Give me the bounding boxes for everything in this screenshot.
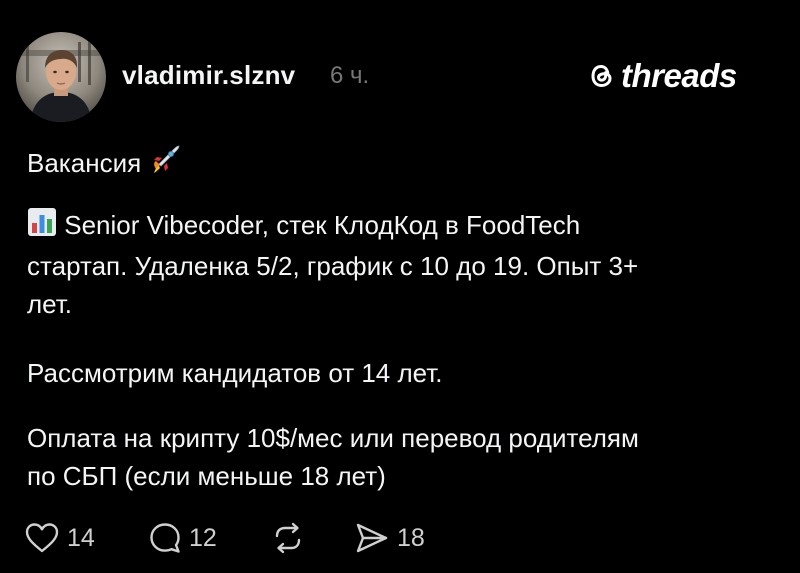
heading-text: Вакансия [27,147,142,178]
post-paragraph-candidates: Рассмотрим кандидатов от 14 лет. [27,358,443,388]
avatar[interactable] [16,32,106,122]
threads-brand: threads [587,56,737,96]
paragraph1-line2: стартап. Удаленка 5/2, график с 10 до 19… [27,251,639,282]
share-count: 18 [397,523,425,552]
timestamp: 6 ч. [330,62,370,89]
paragraph3-line2: по СБП (если меньше 18 лет) [27,461,386,491]
threads-post: vladimir.slznv 6 ч. threads Вакансия Sen… [0,0,800,573]
post-paragraph-payment: Оплата на крипту 10$/мес или перевод род… [27,419,787,495]
post-paragraph-vacancy: Senior Vibecoder, стек КлодКод в FoodTec… [27,206,787,323]
paragraph1-line3: лет. [27,289,73,320]
send-icon [356,523,388,553]
like-button[interactable]: 14 [24,520,95,556]
reply-count: 12 [189,523,217,552]
username[interactable]: vladimir.slznv [122,60,295,91]
like-count: 14 [67,523,95,552]
reply-button[interactable]: 12 [148,520,217,556]
bar-chart-icon [27,207,57,247]
share-button[interactable]: 18 [354,520,425,556]
post-heading: Вакансия [27,143,787,187]
rocket-icon [148,143,182,187]
post-actions: 14 12 18 [24,520,624,556]
heart-icon [25,523,59,553]
paragraph3-line1: Оплата на крипту 10$/мес или перевод род… [27,423,639,453]
comment-icon [150,523,180,553]
paragraph1-line1: Senior Vibecoder, стек КлодКод в FoodTec… [64,210,581,240]
threads-logo-icon [591,64,612,88]
threads-wordmark: threads [621,57,737,94]
repost-button[interactable] [270,520,313,556]
repost-icon [275,522,301,554]
